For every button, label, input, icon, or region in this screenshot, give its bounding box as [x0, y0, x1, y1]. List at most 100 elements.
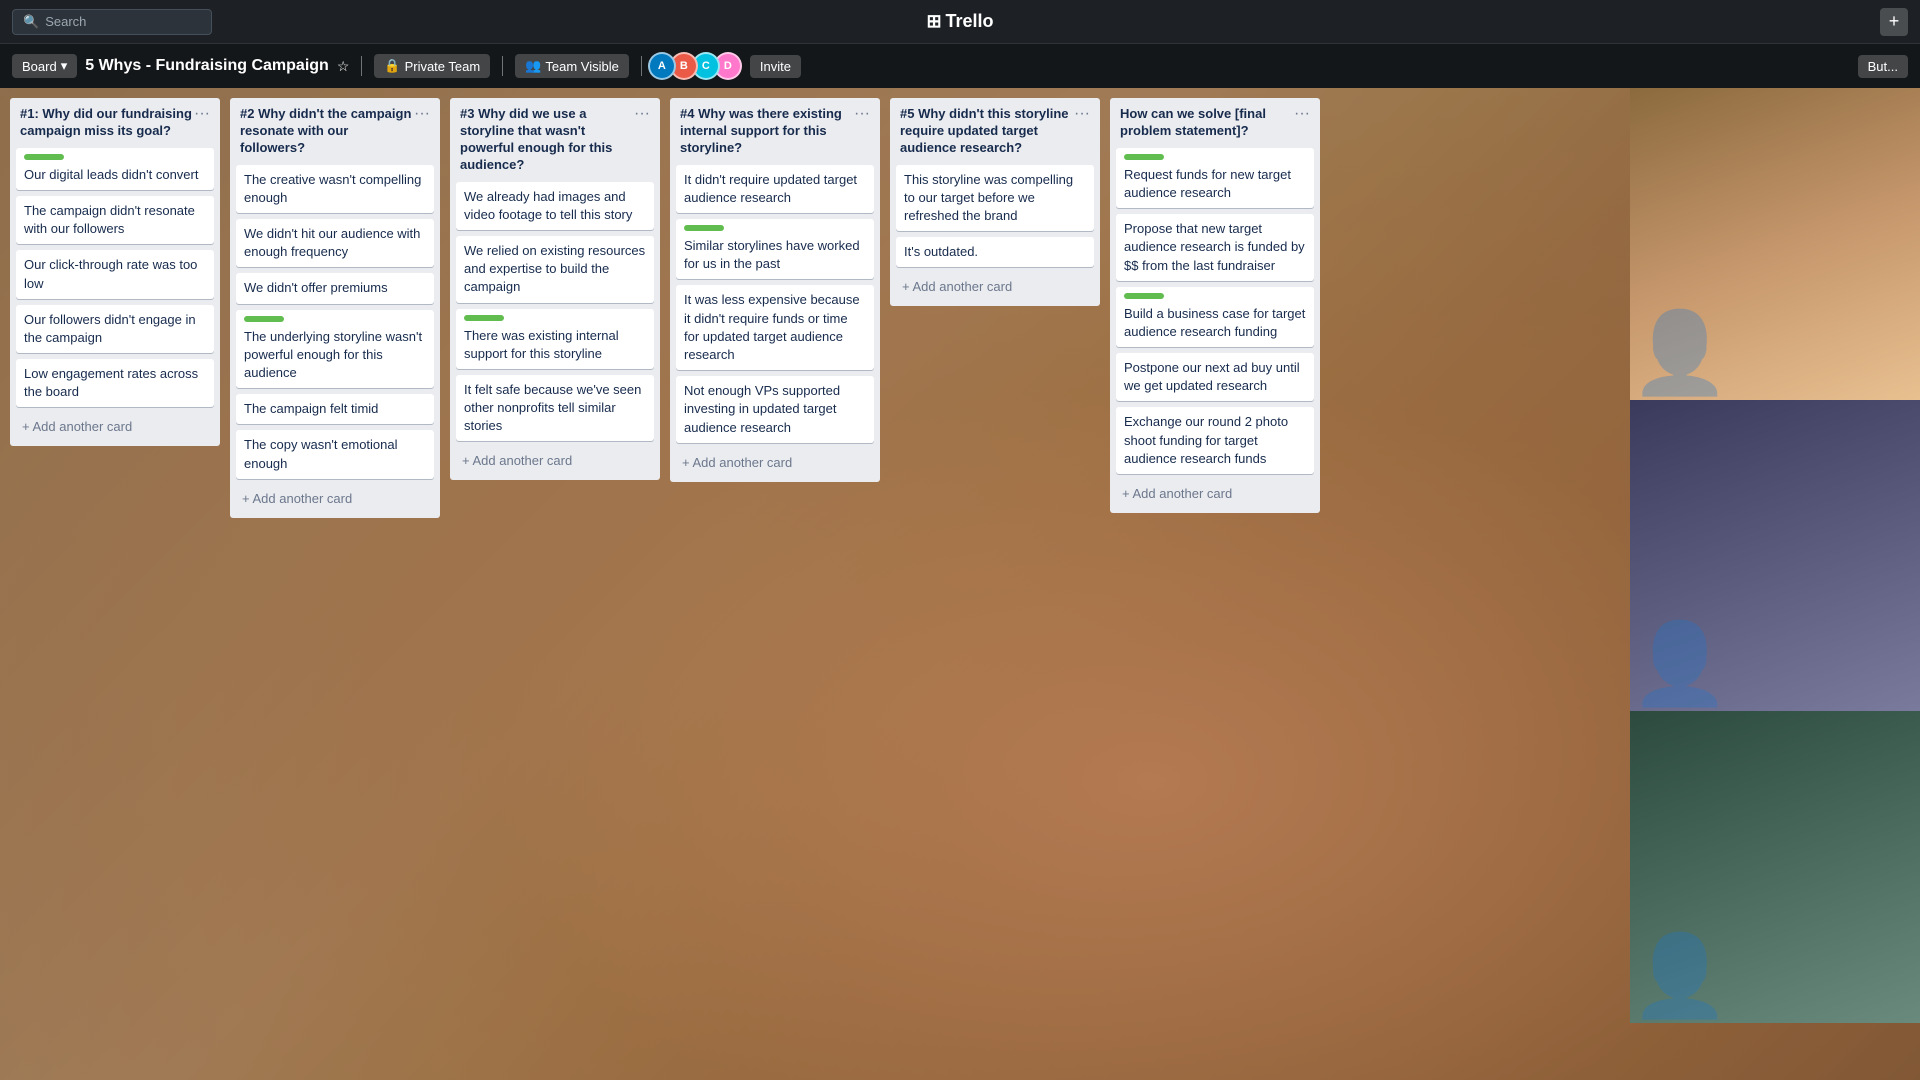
lock-icon: 🔒	[384, 58, 400, 74]
lists-container: #1: Why did our fundraising campaign mis…	[10, 98, 1320, 518]
add-card-btn-list6[interactable]: + Add another card	[1116, 482, 1314, 505]
top-nav-bar: 🔍 Search ⊞ Trello +	[0, 0, 1920, 44]
label-bar-list4-1	[684, 225, 724, 231]
card-text-list4-0: It didn't require updated target audienc…	[684, 171, 866, 207]
card-list2-4[interactable]: The campaign felt timid✏️	[236, 394, 434, 424]
star-icon[interactable]: ☆	[337, 58, 350, 75]
card-list6-4[interactable]: Exchange our round 2 photo shoot funding…	[1116, 407, 1314, 474]
list-list4: #4 Why was there existing internal suppo…	[670, 98, 880, 482]
card-list1-0[interactable]: Our digital leads didn't convert✏️	[16, 148, 214, 190]
label-bar-list6-2	[1124, 293, 1164, 299]
card-list4-1[interactable]: Similar storylines have worked for us in…	[676, 219, 874, 279]
card-text-list4-1: Similar storylines have worked for us in…	[684, 237, 866, 273]
list-menu-list5[interactable]: ···	[1072, 106, 1092, 122]
card-list6-1[interactable]: Propose that new target audience researc…	[1116, 214, 1314, 281]
add-card-btn-list1[interactable]: + Add another card	[16, 415, 214, 438]
list-cards-list2: The creative wasn't compelling enough✏️ W…	[230, 161, 440, 483]
list-cards-list5: This storyline was compelling to our tar…	[890, 161, 1100, 272]
add-card-btn-list5[interactable]: + Add another card	[896, 275, 1094, 298]
avatar-0: A	[648, 52, 676, 80]
card-list3-1[interactable]: We relied on existing resources and expe…	[456, 236, 654, 303]
card-list2-3[interactable]: The underlying storyline wasn't powerful…	[236, 310, 434, 389]
video-feed-1: 👤	[1630, 88, 1920, 400]
list-menu-list6[interactable]: ···	[1292, 106, 1312, 122]
card-list4-3[interactable]: Not enough VPs supported investing in up…	[676, 376, 874, 443]
top-bar-center: ⊞ Trello	[926, 11, 993, 32]
list-footer-list3: + Add another card	[450, 445, 660, 480]
card-list3-0[interactable]: We already had images and video footage …	[456, 182, 654, 230]
team-visible-label: Team Visible	[545, 59, 618, 74]
list-header-list1: #1: Why did our fundraising campaign mis…	[10, 98, 220, 144]
invite-button[interactable]: Invite	[750, 55, 801, 78]
card-text-list3-3: It felt safe because we've seen other no…	[464, 381, 646, 436]
list-title-list6: How can we solve [final problem statemen…	[1120, 106, 1292, 140]
list-cards-list3: We already had images and video footage …	[450, 178, 660, 446]
list-header-list5: #5 Why didn't this storyline require upd…	[890, 98, 1100, 161]
list-footer-list6: + Add another card	[1110, 478, 1320, 513]
card-text-list1-1: The campaign didn't resonate with our fo…	[24, 202, 206, 238]
trello-wordmark: Trello	[946, 11, 994, 32]
board-menu-button[interactable]: Board ▾	[12, 54, 77, 78]
card-list2-1[interactable]: We didn't hit our audience with enough f…	[236, 219, 434, 267]
card-text-list5-0: This storyline was compelling to our tar…	[904, 171, 1086, 226]
add-card-btn-list4[interactable]: + Add another card	[676, 451, 874, 474]
list-cards-list6: Request funds for new target audience re…	[1110, 144, 1320, 478]
card-text-list2-5: The copy wasn't emotional enough	[244, 436, 426, 472]
label-bar-list6-0	[1124, 154, 1164, 160]
card-list2-5[interactable]: The copy wasn't emotional enough✏️	[236, 430, 434, 478]
list-menu-list3[interactable]: ···	[632, 106, 652, 122]
card-text-list1-3: Our followers didn't engage in the campa…	[24, 311, 206, 347]
card-list4-0[interactable]: It didn't require updated target audienc…	[676, 165, 874, 213]
card-list1-4[interactable]: Low engagement rates across the board✏️	[16, 359, 214, 407]
card-list2-0[interactable]: The creative wasn't compelling enough✏️	[236, 165, 434, 213]
search-placeholder: Search	[45, 14, 86, 29]
search-bar[interactable]: 🔍 Search	[12, 9, 212, 35]
card-list1-3[interactable]: Our followers didn't engage in the campa…	[16, 305, 214, 353]
card-list6-3[interactable]: Postpone our next ad buy until we get up…	[1116, 353, 1314, 401]
card-list6-0[interactable]: Request funds for new target audience re…	[1116, 148, 1314, 208]
card-list6-2[interactable]: Build a business case for target audienc…	[1116, 287, 1314, 347]
list-header-list3: #3 Why did we use a storyline that wasn'…	[450, 98, 660, 178]
top-bar-left: 🔍 Search	[12, 9, 212, 35]
card-list4-2[interactable]: It was less expensive because it didn't …	[676, 285, 874, 370]
trello-logo: ⊞ Trello	[926, 11, 993, 32]
card-text-list6-4: Exchange our round 2 photo shoot funding…	[1124, 413, 1306, 468]
board-header-left: Board ▾ 5 Whys - Fundraising Campaign ☆ …	[12, 52, 1848, 80]
visibility-label: Private Team	[405, 59, 481, 74]
add-card-btn-list3[interactable]: + Add another card	[456, 449, 654, 472]
card-list1-1[interactable]: The campaign didn't resonate with our fo…	[16, 196, 214, 244]
card-text-list3-0: We already had images and video footage …	[464, 188, 646, 224]
label-bar-list2-3	[244, 316, 284, 322]
list-list1: #1: Why did our fundraising campaign mis…	[10, 98, 220, 446]
board-header: Board ▾ 5 Whys - Fundraising Campaign ☆ …	[0, 44, 1920, 88]
card-text-list4-3: Not enough VPs supported investing in up…	[684, 382, 866, 437]
board-background: #1: Why did our fundraising campaign mis…	[0, 88, 1920, 1080]
card-list3-2[interactable]: There was existing internal support for …	[456, 309, 654, 369]
list-footer-list2: + Add another card	[230, 483, 440, 518]
list-cards-list4: It didn't require updated target audienc…	[670, 161, 880, 447]
top-bar-right: +	[1880, 8, 1908, 36]
list-footer-list4: + Add another card	[670, 447, 880, 482]
list-menu-list1[interactable]: ···	[192, 106, 212, 122]
label-bar-list1-0	[24, 154, 64, 160]
card-list5-0[interactable]: This storyline was compelling to our tar…	[896, 165, 1094, 232]
add-card-btn-list2[interactable]: + Add another card	[236, 487, 434, 510]
add-button[interactable]: +	[1880, 8, 1908, 36]
list-menu-list2[interactable]: ···	[412, 106, 432, 122]
avatars: ABCD	[654, 52, 742, 80]
visibility-button[interactable]: 🔒 Private Team	[374, 54, 490, 78]
butler-button[interactable]: But...	[1858, 55, 1908, 78]
card-list5-1[interactable]: It's outdated.✏️	[896, 237, 1094, 267]
card-list3-3[interactable]: It felt safe because we've seen other no…	[456, 375, 654, 442]
separator-3	[641, 56, 642, 76]
team-visible-button[interactable]: 👥 Team Visible	[515, 54, 629, 78]
card-text-list3-1: We relied on existing resources and expe…	[464, 242, 646, 297]
chevron-down-icon: ▾	[61, 58, 68, 74]
list-menu-list4[interactable]: ···	[852, 106, 872, 122]
video-feed-2: 👤	[1630, 400, 1920, 712]
card-list1-2[interactable]: Our click-through rate was too low✏️	[16, 250, 214, 298]
separator-1	[361, 56, 362, 76]
card-text-list2-1: We didn't hit our audience with enough f…	[244, 225, 426, 261]
trello-icon: ⊞	[926, 11, 941, 32]
card-list2-2[interactable]: We didn't offer premiums✏️	[236, 273, 434, 303]
